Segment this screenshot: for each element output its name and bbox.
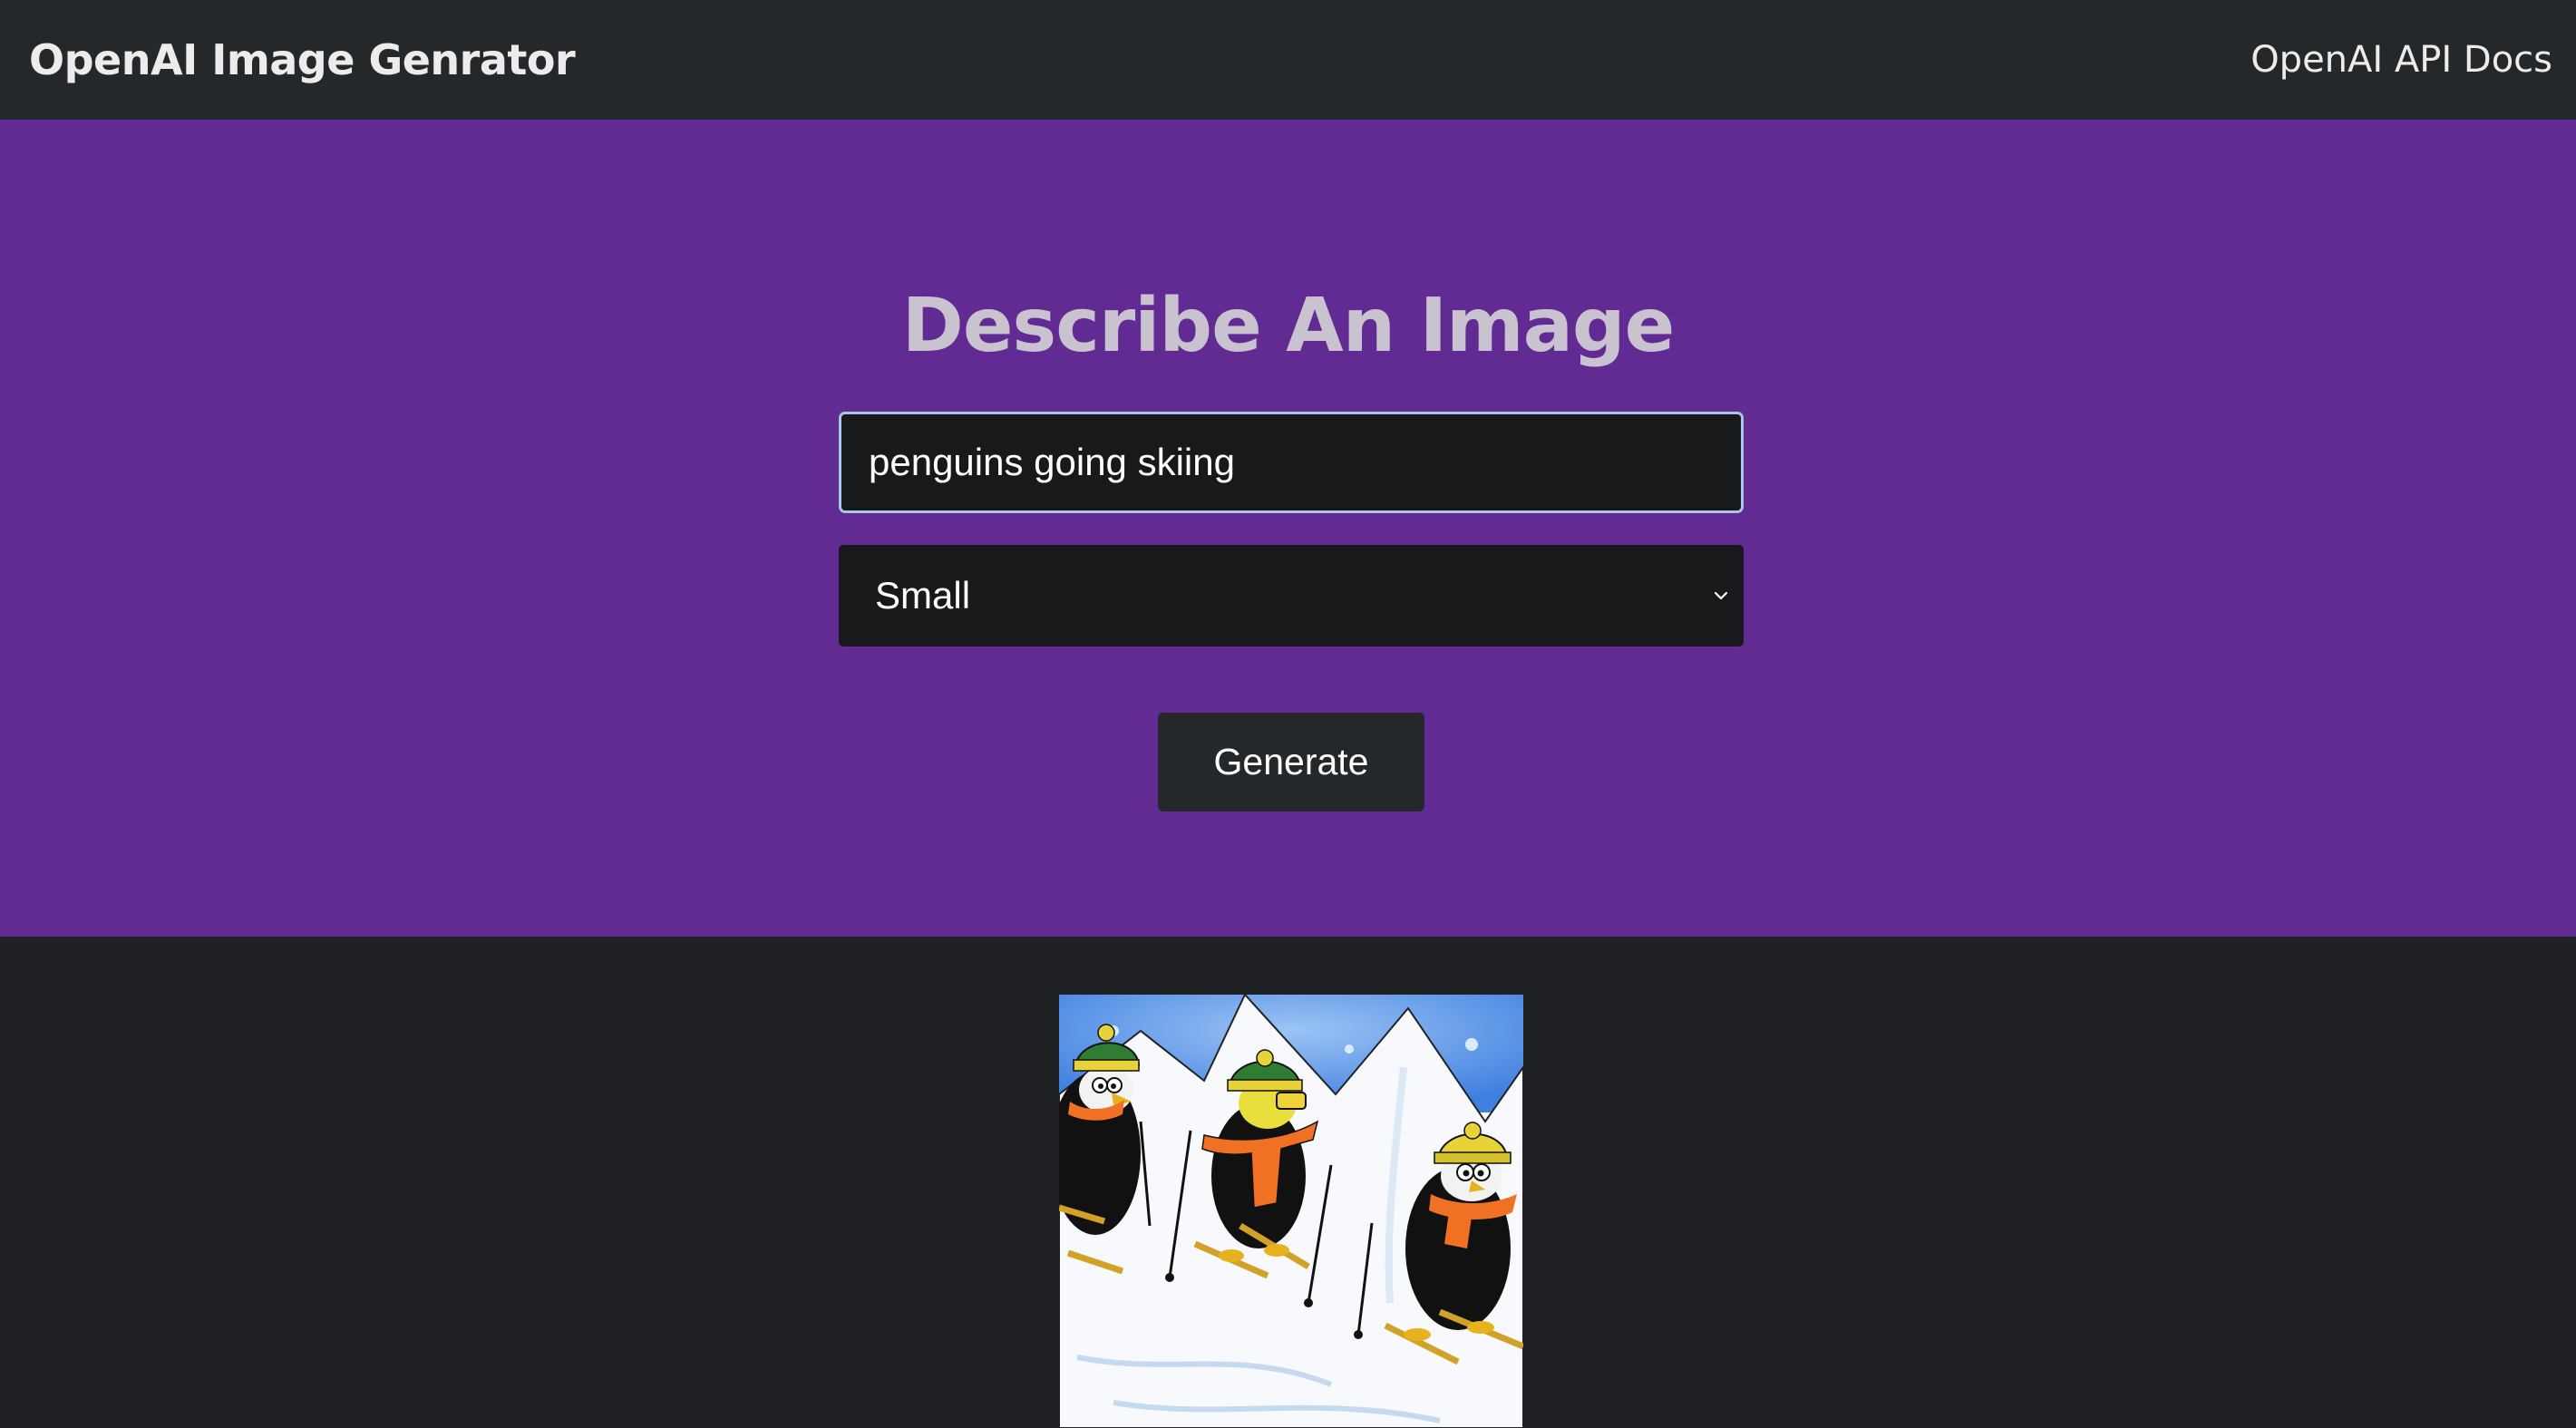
brand-title: OpenAI Image Genrator [29, 35, 576, 84]
prompt-input[interactable] [839, 412, 1744, 513]
showcase-section: Describe An Image Small Generate [0, 120, 2576, 937]
penguins-skiing-illustration [1059, 995, 1523, 1428]
navbar: OpenAI Image Genrator OpenAI API Docs [0, 0, 2576, 120]
generated-image [1059, 995, 1523, 1428]
size-select[interactable]: Small [839, 545, 1744, 646]
generate-button[interactable]: Generate [1158, 713, 1424, 811]
chevron-down-icon [1714, 591, 1728, 600]
page-heading: Describe An Image [901, 283, 1676, 369]
size-select-value: Small [875, 574, 971, 617]
api-docs-link[interactable]: OpenAI API Docs [2250, 39, 2552, 81]
